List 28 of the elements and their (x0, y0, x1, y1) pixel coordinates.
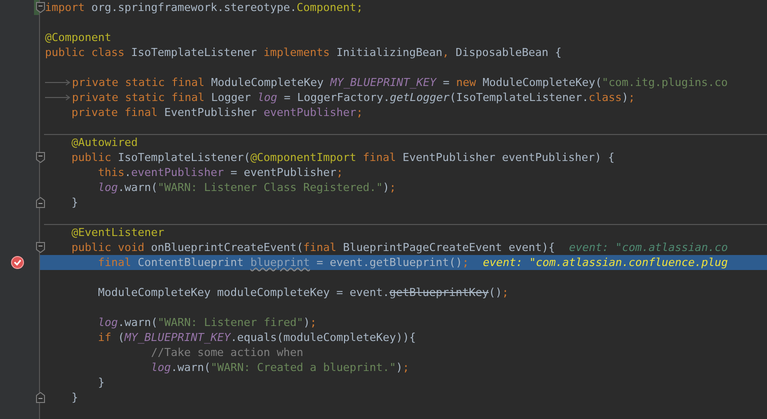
code-line: @Autowired (70, 135, 138, 150)
code-line: if (MY_BLUEPRINT_KEY.equals(moduleCompleteKey)){ (96, 330, 416, 345)
code-line: private static final ModuleCompleteKey MY_BLUEPRINT_KEY = new ModuleCompleteKey("com.itg.plugins.co (72, 75, 728, 90)
fold-marker-icon[interactable] (36, 197, 45, 208)
code-line: import org.springframework.stereotype.Component; (45, 0, 363, 15)
code-line: final ContentBlueprint blueprint = event.getBlueprint(); (96, 255, 469, 270)
code-line: ModuleCompleteKey moduleCompleteKey = event.getBlueprintKey(); (96, 285, 509, 300)
inline-value-hint: event: "com.atlassian.co (568, 240, 728, 255)
code-line: public class IsoTemplateListener implements InitializingBean, DisposableBean { (45, 45, 562, 60)
code-line: log.warn("WARN: Listener fired"); (96, 315, 317, 330)
fold-marker-icon[interactable] (36, 242, 45, 253)
code-line: @Component (45, 30, 112, 45)
inline-value-hint: event: "com.atlassian.confluence.plug (482, 255, 728, 270)
code-line: log.warn("WARN: Listener Class Registered."); (96, 180, 396, 195)
code-line: this.eventPublisher = eventPublisher; (96, 165, 344, 180)
code-line: private static final Logger log = LoggerFactory.getLogger(IsoTemplateListener.class); (72, 90, 635, 105)
code-line: log.warn("WARN: Created a blueprint."); (150, 360, 410, 375)
code-line: } (70, 195, 78, 210)
code-line: public IsoTemplateListener(@ComponentImport final EventPublisher eventPublisher) { (70, 150, 615, 165)
code-line: public void onBlueprintCreateEvent(final BlueprintPageCreateEvent event){ (70, 240, 555, 255)
code-line: //Take some action when (150, 345, 304, 360)
fold-marker-icon[interactable] (36, 392, 45, 403)
code-line: @EventListener (70, 225, 164, 240)
code-line: } (96, 375, 105, 390)
fold-marker-icon[interactable] (36, 152, 45, 163)
code-line: private final EventPublisher eventPublisher; (70, 105, 363, 120)
fold-marker-icon[interactable] (36, 2, 45, 13)
code-line: } (70, 390, 78, 405)
